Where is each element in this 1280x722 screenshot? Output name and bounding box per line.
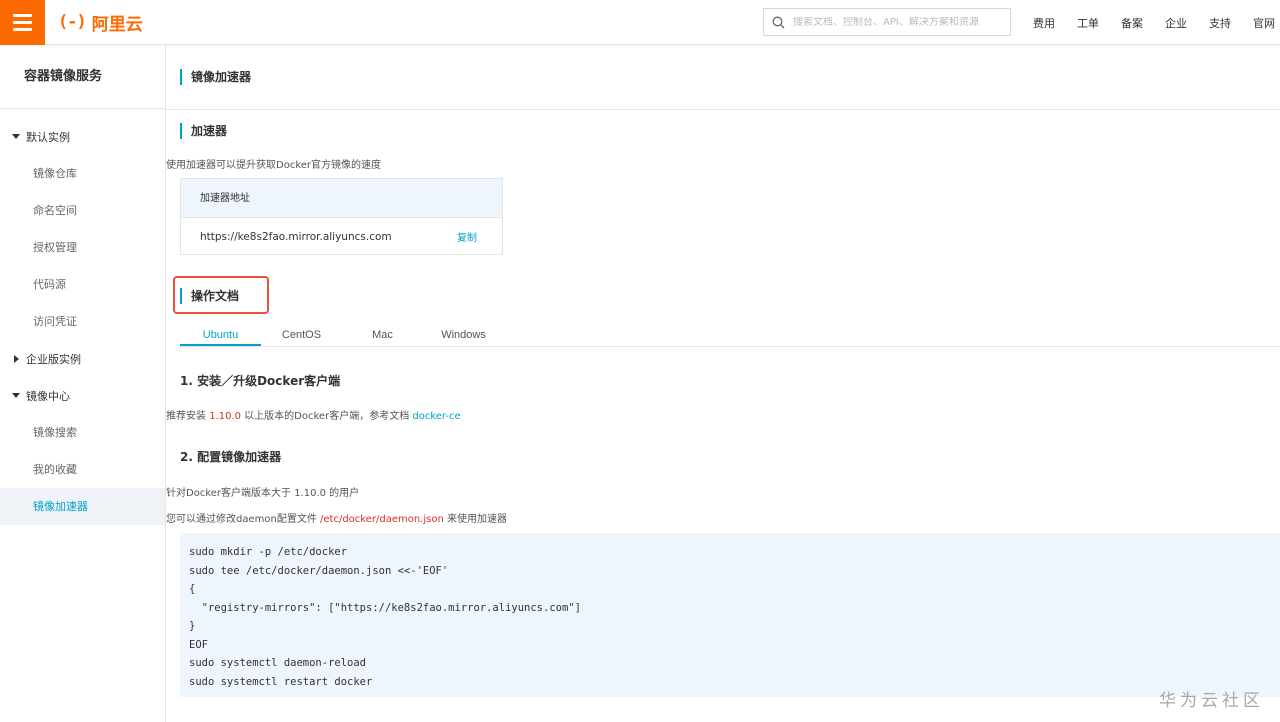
aliyun-logo[interactable]: (-) 阿里云 bbox=[58, 11, 143, 35]
sidebar-item-repositories[interactable]: 镜像仓库 bbox=[0, 155, 165, 192]
sidebar-group-label: 默认实例 bbox=[26, 130, 70, 144]
code-line: "registry-mirrors": ["https://ke8s2fao.m… bbox=[189, 601, 581, 614]
sidebar-item-credentials[interactable]: 访问凭证 bbox=[0, 303, 165, 340]
sidebar-item-favorites[interactable]: 我的收藏 bbox=[0, 451, 165, 488]
code-line: sudo tee /etc/docker/daemon.json <<-'EOF… bbox=[189, 564, 449, 577]
code-line: { bbox=[189, 583, 196, 595]
watermark: 华为云社区 bbox=[1159, 691, 1264, 711]
sidebar-group-default-instance[interactable]: 默认实例 bbox=[0, 118, 165, 155]
step2-line2: 您可以通过修改daemon配置文件 /etc/docker/daemon.jso… bbox=[166, 510, 507, 525]
sidebar-group-label: 镜像中心 bbox=[26, 389, 70, 403]
search-icon bbox=[772, 16, 785, 28]
tab-ubuntu[interactable]: Ubuntu bbox=[180, 324, 261, 346]
code-line: } bbox=[189, 620, 196, 632]
step1-prefix: 推荐安装 bbox=[166, 411, 210, 422]
accelerator-address: https://ke8s2fao.mirror.aliyuncs.com bbox=[200, 230, 392, 243]
code-line: sudo mkdir -p /etc/docker bbox=[189, 546, 348, 558]
logo-text: 阿里云 bbox=[91, 14, 143, 35]
sidebar-group-enterprise-instance[interactable]: 企业版实例 bbox=[0, 340, 165, 377]
nav-fees[interactable]: 费用 bbox=[1022, 15, 1066, 31]
page-header: 镜像加速器 bbox=[166, 45, 1280, 110]
code-line: sudo systemctl restart docker bbox=[189, 675, 373, 688]
logo-mark: (-) bbox=[58, 12, 87, 32]
sidebar-group-label: 企业版实例 bbox=[26, 352, 81, 366]
nav-enterprise[interactable]: 企业 bbox=[1154, 15, 1198, 31]
address-row: https://ke8s2fao.mirror.aliyuncs.com 复制 bbox=[181, 218, 502, 255]
accelerator-description: 使用加速器可以提升获取Docker官方镜像的速度 bbox=[166, 160, 382, 171]
tab-windows[interactable]: Windows bbox=[423, 324, 504, 346]
main-content: 镜像加速器 加速器 使用加速器可以提升获取Docker官方镜像的速度 加速器地址… bbox=[166, 45, 1280, 722]
caret-right-icon bbox=[14, 354, 19, 363]
os-tabs: Ubuntu CentOS Mac Windows bbox=[180, 324, 1280, 347]
address-table-header: 加速器地址 bbox=[181, 179, 502, 218]
code-line: sudo systemctl daemon-reload bbox=[189, 657, 367, 669]
step1-version: 1.10.0 bbox=[209, 411, 241, 422]
sidebar-group-image-center[interactable]: 镜像中心 bbox=[0, 377, 165, 414]
nav-tickets[interactable]: 工单 bbox=[1066, 15, 1110, 31]
caret-down-icon bbox=[12, 134, 20, 139]
top-nav: 费用 工单 备案 企业 支持 官网 bbox=[1022, 0, 1280, 45]
nav-icp[interactable]: 备案 bbox=[1110, 15, 1154, 31]
copy-button[interactable]: 复制 bbox=[457, 229, 477, 244]
search-input[interactable] bbox=[793, 16, 1003, 28]
nav-official-site[interactable]: 官网 bbox=[1242, 15, 1280, 31]
step2-suffix: 来使用加速器 bbox=[443, 514, 507, 525]
sidebar-item-accelerator[interactable]: 镜像加速器 bbox=[0, 488, 165, 525]
docker-ce-link[interactable]: docker-ce bbox=[412, 411, 460, 422]
hamburger-menu-icon[interactable] bbox=[0, 0, 45, 45]
caret-down-icon bbox=[12, 393, 20, 398]
top-bar: (-) 阿里云 费用 工单 备案 企业 支持 官网 bbox=[0, 0, 1280, 45]
step2-title: 2. 配置镜像加速器 bbox=[180, 450, 282, 464]
page-title: 镜像加速器 bbox=[180, 69, 251, 85]
tab-mac[interactable]: Mac bbox=[342, 324, 423, 346]
step1-title: 1. 安装／升级Docker客户端 bbox=[180, 374, 341, 388]
step1-description: 推荐安装 1.10.0 以上版本的Docker客户端，参考文档 docker-c… bbox=[166, 407, 461, 422]
sidebar: 容器镜像服务 默认实例 镜像仓库 命名空间 授权管理 代码源 访问凭证 企业版实… bbox=[0, 45, 166, 722]
sidebar-title: 容器镜像服务 bbox=[0, 45, 165, 109]
sidebar-item-image-search[interactable]: 镜像搜索 bbox=[0, 414, 165, 451]
daemon-json-path: /etc/docker/daemon.json bbox=[320, 514, 444, 525]
step2-prefix: 您可以通过修改daemon配置文件 bbox=[166, 514, 321, 525]
docs-section-title: 操作文档 bbox=[180, 288, 239, 304]
step2-line1: 针对Docker客户端版本大于 1.10.0 的用户 bbox=[166, 488, 360, 499]
sidebar-item-namespaces[interactable]: 命名空间 bbox=[0, 192, 165, 229]
nav-support[interactable]: 支持 bbox=[1198, 15, 1242, 31]
sidebar-item-authorization[interactable]: 授权管理 bbox=[0, 229, 165, 266]
accelerator-address-table: 加速器地址 https://ke8s2fao.mirror.aliyuncs.c… bbox=[180, 178, 503, 255]
sidebar-item-code-source[interactable]: 代码源 bbox=[0, 266, 165, 303]
search-box[interactable] bbox=[763, 8, 1011, 36]
tab-centos[interactable]: CentOS bbox=[261, 324, 342, 346]
code-block[interactable]: sudo mkdir -p /etc/docker sudo tee /etc/… bbox=[180, 533, 1280, 697]
code-line: EOF bbox=[189, 638, 208, 651]
step1-middle: 以上版本的Docker客户端，参考文档 bbox=[241, 411, 413, 422]
accelerator-section-title: 加速器 bbox=[180, 123, 227, 139]
